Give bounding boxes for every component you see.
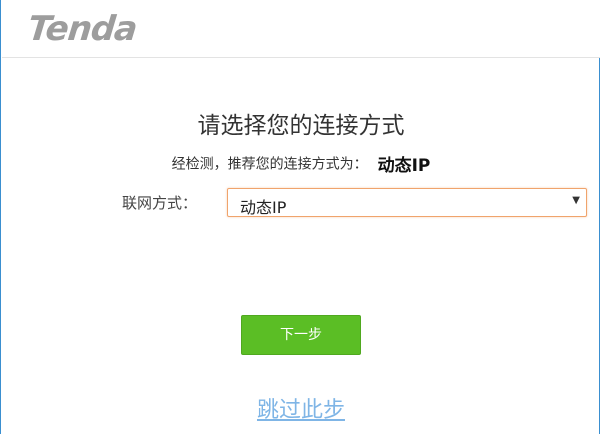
detection-label: 经检测，推荐您的连接方式为： (171, 156, 368, 173)
connection-type-label: 联网方式： (122, 194, 198, 212)
connection-type-select[interactable]: 动态IP ▼ (227, 188, 587, 217)
detection-result: 经检测，推荐您的连接方式为： 动态IP (1, 151, 600, 176)
skip-link[interactable]: 跳过此步 (1, 392, 600, 424)
dropdown-arrow-icon: ▼ (572, 195, 580, 206)
header-bar: Tenda (2, 0, 600, 58)
connection-type-selected: 动态IP (240, 198, 287, 217)
tenda-logo: Tenda (25, 9, 139, 49)
page-title: 请选择您的连接方式 (197, 113, 405, 139)
next-button[interactable]: 下一步 (241, 315, 361, 355)
detection-value: 动态IP (377, 156, 431, 176)
wizard-window: Tenda 请选择您的连接方式 经检测，推荐您的连接方式为： 动态IP 联网方式：… (0, 0, 600, 434)
